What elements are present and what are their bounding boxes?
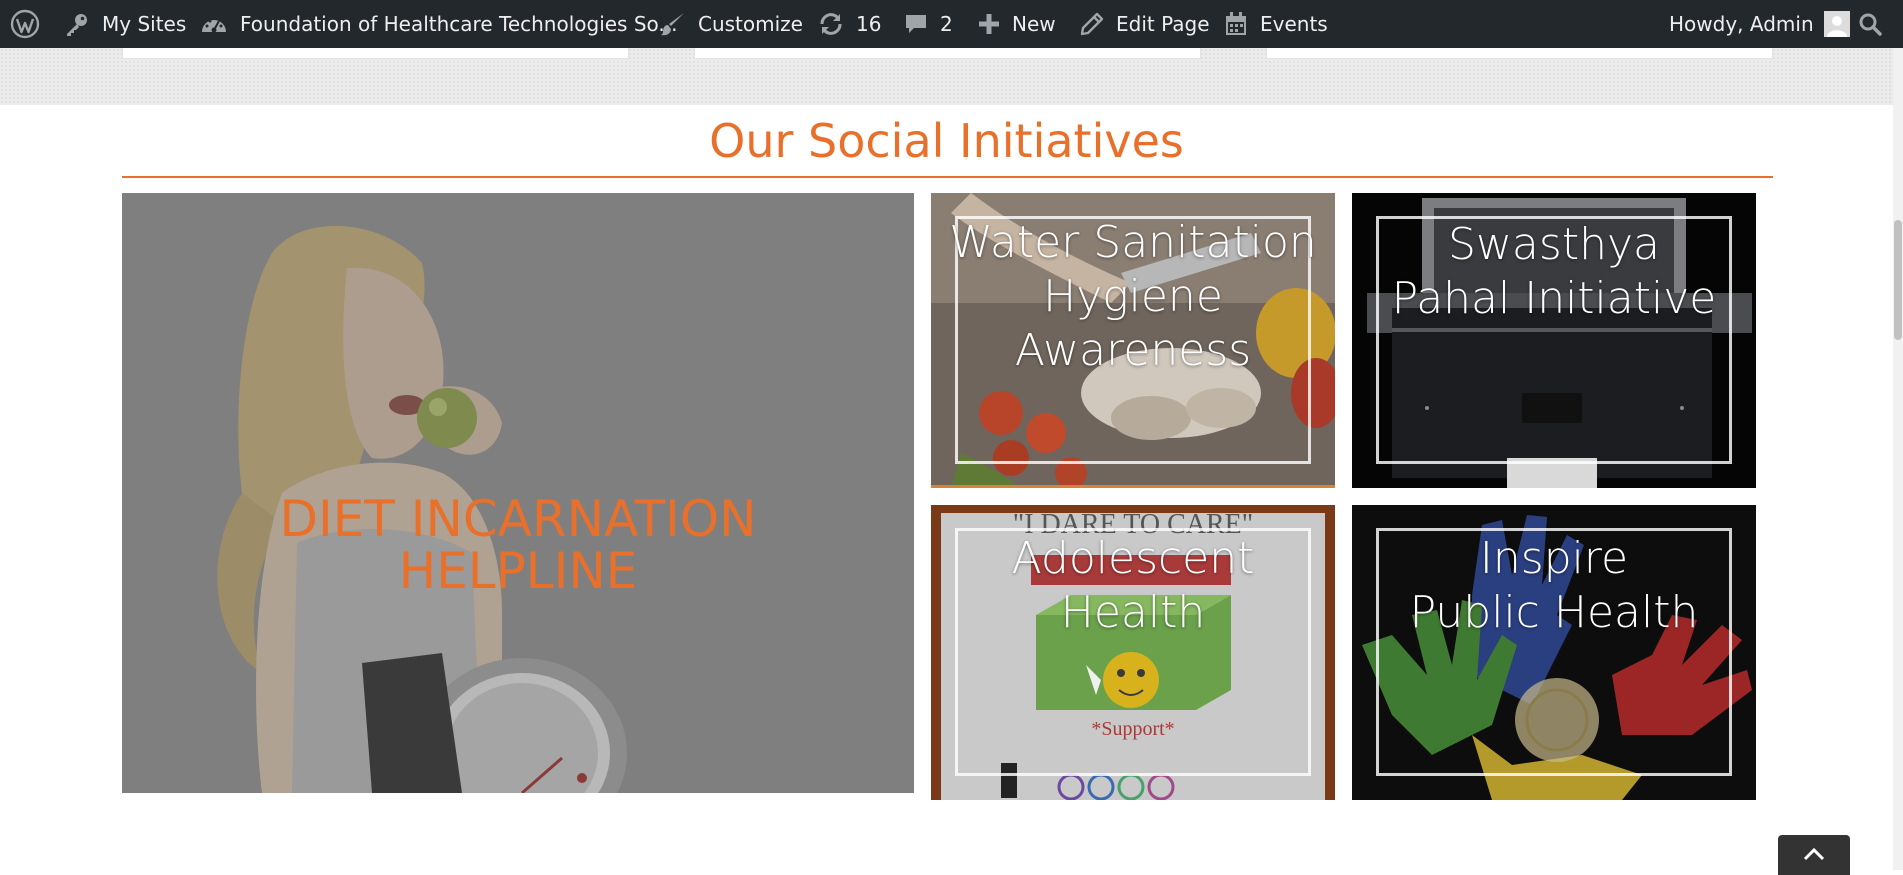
scrollbar-thumb[interactable] [1894,220,1902,340]
inspire-title-line2: Public Health [1409,587,1699,638]
account-menu[interactable]: Howdy, Admin [1669,0,1850,48]
previous-section-strip [0,48,1893,105]
swasthya-title-line1: Swasthya [1448,219,1660,270]
card-bottom [122,48,629,59]
diet-tile-title: DIET INCARNATION HELPLINE [122,493,914,597]
events-label: Events [1260,12,1328,36]
water-tile-title: Water Sanitation Hygiene Awareness [931,216,1335,378]
edit-page-label: Edit Page [1116,12,1210,36]
site-name-label: Foundation of Healthcare Technologies So… [240,12,678,36]
inspire-title-line1: Inspire [1479,533,1629,584]
page-scrollbar[interactable] [1893,48,1903,870]
inspire-tile-title: Inspire Public Health [1352,532,1756,640]
initiative-tile-adolescent-health[interactable]: "I DARE TO CARE" *Support* Adolescent He… [931,505,1335,800]
comment-icon [904,12,928,36]
avatar [1823,11,1850,37]
initiative-tile-water-sanitation[interactable]: Water Sanitation Hygiene Awareness [931,193,1335,488]
diet-title-line1: DIET INCARNATION [279,490,757,548]
card-bottom [694,48,1201,59]
scroll-to-top-button[interactable] [1778,835,1850,875]
new-label: New [1012,12,1056,36]
wordpress-menu[interactable] [10,0,52,48]
new-content-menu[interactable]: New [978,0,1056,48]
adolescent-title-line1: Adolescent [1011,533,1255,584]
swasthya-title-line2: Pahal Initiative [1391,273,1717,324]
admin-bar: My Sites Foundation of Healthcare Techno… [0,0,1903,48]
events-menu[interactable]: Events [1224,0,1328,48]
adolescent-title-line2: Health [1060,587,1206,638]
my-sites-label: My Sites [102,12,187,36]
title-divider [122,176,1773,178]
initiative-tile-swasthya-pahal[interactable]: Swasthya Pahal Initiative [1352,193,1756,488]
brush-icon [660,11,686,37]
pencil-icon [1080,12,1104,36]
diet-title-line2: HELPLINE [398,542,638,600]
dashboard-icon [200,12,228,36]
chevron-up-icon [1803,847,1825,861]
wordpress-icon [10,9,40,39]
updates-link[interactable]: 16 [818,0,881,48]
search-icon [1858,12,1882,36]
comments-link[interactable]: 2 [904,0,953,48]
my-sites-menu[interactable]: My Sites [64,0,186,48]
updates-icon [818,11,844,37]
edit-page-link[interactable]: Edit Page [1080,0,1210,48]
customize-label: Customize [698,12,803,36]
plus-icon [978,13,1000,35]
greeting-label: Howdy, Admin [1669,12,1814,36]
customize-link[interactable]: Customize [660,0,803,48]
initiative-tile-diet[interactable]: DIET INCARNATION HELPLINE [122,193,914,793]
initiative-tile-inspire-public-health[interactable]: Inspire Public Health [1352,505,1756,800]
comments-count: 2 [940,12,953,36]
site-name-menu[interactable]: Foundation of Healthcare Technologies So… [200,0,678,48]
section-title: Our Social Initiatives [709,114,1184,168]
water-title-line1: Water Sanitation [949,217,1317,268]
card-bottom [1266,48,1773,59]
water-title-line3: Awareness [1014,325,1252,376]
adolescent-tile-title: Adolescent Health [931,532,1335,640]
key-icon [64,11,90,37]
water-title-line2: Hygiene [1043,271,1223,322]
search-toggle[interactable] [1858,0,1882,48]
calendar-icon [1224,11,1248,37]
swasthya-tile-title: Swasthya Pahal Initiative [1352,218,1756,326]
updates-count: 16 [856,12,882,36]
